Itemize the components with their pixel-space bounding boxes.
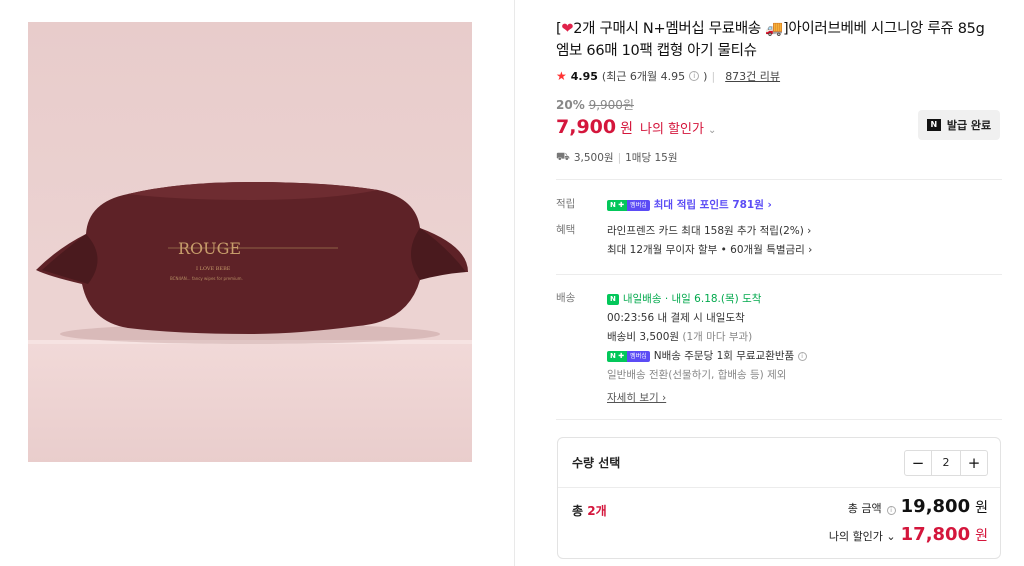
npay-membership-badge: N ✚ 멤버십	[607, 199, 650, 211]
column-divider	[514, 0, 515, 566]
plus-button[interactable]: +	[961, 451, 987, 475]
quantity-title: 수량 선택	[572, 456, 621, 470]
wipes-package-illustration: ROUGE I LOVE BEBE BCN4AN... fancy wipes …	[36, 182, 468, 344]
price-currency: 원	[620, 121, 633, 137]
total-count: 총 2개	[572, 502, 607, 519]
arrival-date: · 내일 6.18.(목) 도착	[664, 293, 762, 305]
quantity-stepper[interactable]: − 2 +	[904, 449, 988, 476]
delivery-detail-link[interactable]: 자세히 보기 ›	[607, 392, 666, 404]
delivery-detail-row: 자세히 보기 ›	[607, 389, 1002, 408]
points-label: 적립	[556, 198, 576, 210]
minus-button[interactable]: −	[905, 451, 931, 475]
delivery-arrival-row: N 내일배송 · 내일 6.18.(목) 도착	[607, 290, 1002, 309]
rating-row: ★ 4.95 (최근 6개월 4.95 i) | 873건 리뷰	[556, 68, 1002, 84]
section-divider	[556, 274, 1002, 275]
total-label: 총 금액	[847, 502, 882, 515]
free-return-text: N배송 주문당 1회 무료교환반품	[653, 350, 795, 362]
coupon-issued-button[interactable]: N 발급 완료	[918, 110, 1000, 140]
package-tagline: BCN4AN... fancy wipes for premium.	[170, 276, 243, 281]
discount-toggle[interactable]: 나의 할인가 ⌄	[829, 528, 896, 544]
tomorrow-delivery-badge: N	[607, 293, 619, 305]
discount-currency: 원	[975, 528, 988, 544]
package-brand-text: ROUGE	[178, 239, 241, 258]
unit-price: 1매당 15원	[625, 152, 678, 164]
price-block: 20% 9,900원 7,900 원 나의 할인가 ⌄ N 발급 완료	[556, 96, 1002, 140]
my-discount-toggle[interactable]: 나의 할인가	[640, 118, 704, 137]
count-prefix: 총	[572, 504, 584, 518]
current-price: 7,900	[556, 116, 617, 138]
naver-n-icon: N	[926, 119, 941, 131]
card-benefit-link[interactable]: 라인프렌즈 카드 최대 158원 추가 적립(2%) ›	[607, 222, 1002, 241]
title-text: 2개 구매시 N+멤버십 무료배송 🚚]아이러브베베 시그니앙 루쥬 85g 엠…	[556, 21, 985, 59]
shipping-summary: ⛟ 3,500원 | 1매당 15원	[556, 150, 1002, 165]
shipping-fee: 3,500원	[573, 152, 614, 164]
separator: |	[617, 151, 622, 164]
separator: |	[711, 69, 716, 83]
delivery-fee-note: (1개 마다 부과)	[682, 331, 753, 343]
delivery-section: 배송 N 내일배송 · 내일 6.18.(목) 도착 00:23:56 내 결제 …	[556, 290, 1002, 405]
product-image[interactable]: ROUGE I LOVE BEBE BCN4AN... fancy wipes …	[28, 22, 472, 462]
product-info-panel: [❤2개 구매시 N+멤버십 무료배송 🚚]아이러브베베 시그니앙 루쥬 85g…	[556, 18, 1002, 165]
points-row[interactable]: N ✚ 멤버십 최대 적립 포인트 781원 ›	[607, 196, 1002, 215]
discount-amount-row: 나의 할인가 ⌄ 17,800 원	[829, 524, 988, 545]
product-title: [❤2개 구매시 N+멤버십 무료배송 🚚]아이러브베베 시그니앙 루쥬 85g…	[556, 18, 996, 62]
total-amount: 19,800	[900, 496, 971, 517]
heart-icon: ❤	[561, 21, 574, 37]
delivery-fee-row: 배송비 3,500원 (1개 마다 부과)	[607, 328, 1002, 347]
original-price: 9,900원	[588, 98, 634, 112]
review-link[interactable]: 873건 리뷰	[725, 68, 780, 84]
npay-n: N ✚	[607, 199, 628, 211]
total-amount-row: 총 금액 i 19,800 원	[848, 496, 988, 517]
package-subtext: I LOVE BEBE	[196, 266, 231, 272]
perks-label: 혜택	[556, 224, 576, 236]
total-currency: 원	[975, 500, 988, 516]
max-points-link[interactable]: 최대 적립 포인트 781원 ›	[654, 199, 772, 211]
coupon-label: 발급 완료	[946, 119, 992, 132]
rating-recent-close: )	[703, 69, 708, 83]
rating-recent: (최근 6개월 4.95	[601, 70, 686, 83]
npay-n: N ✚	[607, 350, 628, 362]
quantity-box: 수량 선택 − 2 + 총 2개 총 금액 i 19,800 원 나의 할인가 ⌄…	[557, 437, 1001, 559]
delivery-exclusion: 일반배송 전환(선물하기, 합배송 등) 제외	[607, 369, 787, 381]
free-return-row: N ✚ 멤버십 N배송 주문당 1회 무료교환반품 i	[607, 347, 1002, 366]
discount-amount: 17,800	[900, 524, 971, 545]
info-icon[interactable]: i	[797, 351, 807, 361]
discount-percent: 20%	[556, 98, 585, 112]
truck-icon: ⛟	[556, 150, 570, 163]
points-body: N ✚ 멤버십 최대 적립 포인트 781원 ›	[607, 196, 1002, 215]
delivery-label: 배송	[556, 292, 576, 304]
tomorrow-delivery-label: 내일배송	[622, 293, 662, 305]
installment-benefit-link[interactable]: 최대 12개월 무이자 할부 • 60개월 특별금리 ›	[607, 241, 1002, 260]
delivery-fee: 배송비 3,500원	[607, 331, 680, 343]
quantity-value[interactable]: 2	[931, 450, 961, 475]
npay-membership: 멤버십	[627, 199, 650, 211]
countdown: 00:23:56 내 결제 시 내일도착	[607, 312, 745, 324]
section-divider	[556, 419, 1002, 420]
info-icon[interactable]: i	[689, 71, 700, 81]
count-value: 2개	[587, 504, 607, 518]
chevron-down-icon[interactable]: ⌄	[708, 125, 716, 136]
quantity-header: 수량 선택 − 2 +	[558, 438, 1000, 488]
npay-membership-badge: N ✚ 멤버십	[607, 350, 650, 362]
naver-n-icon: N	[607, 293, 619, 305]
rating-score: 4.95	[570, 69, 598, 83]
order-summary: 총 2개 총 금액 i 19,800 원 나의 할인가 ⌄ 17,800 원	[558, 488, 1000, 558]
perks-section: 혜택 라인프렌즈 카드 최대 158원 추가 적립(2%) › 최대 12개월 …	[556, 222, 1002, 262]
star-icon: ★	[556, 69, 567, 83]
delivery-body: N 내일배송 · 내일 6.18.(목) 도착 00:23:56 내 결제 시 내…	[607, 290, 1002, 408]
npay-membership: 멤버십	[627, 350, 650, 362]
section-divider	[556, 179, 1002, 180]
info-icon[interactable]: i	[886, 506, 896, 515]
perks-body: 라인프렌즈 카드 최대 158원 추가 적립(2%) › 최대 12개월 무이자…	[607, 222, 1002, 260]
